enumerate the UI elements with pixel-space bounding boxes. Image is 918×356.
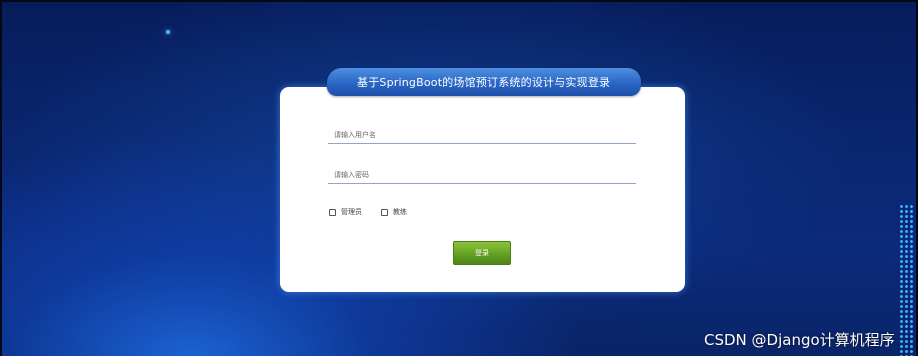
admin-checkbox[interactable]: [329, 208, 336, 216]
password-field-wrapper: [328, 162, 636, 186]
title-banner: 基于SpringBoot的场馆预订系统的设计与实现登录: [326, 68, 642, 96]
decorative-star: [166, 30, 170, 34]
role-option-coach[interactable]: 教练: [381, 206, 407, 218]
coach-checkbox[interactable]: [381, 208, 388, 216]
login-button[interactable]: 登录: [453, 241, 511, 265]
username-input[interactable]: [328, 124, 636, 146]
decorative-dot-pattern: [899, 204, 913, 356]
admin-label: 管理员: [341, 208, 362, 216]
csdn-watermark: CSDN @Django计算机程序: [704, 331, 895, 349]
role-option-admin[interactable]: 管理员: [329, 206, 362, 218]
page-title: 基于SpringBoot的场馆预订系统的设计与实现登录: [357, 76, 611, 89]
coach-label: 教练: [393, 208, 407, 216]
screen-border-top: [0, 0, 918, 2]
password-input[interactable]: [328, 164, 636, 186]
username-field-wrapper: [328, 122, 636, 146]
screen-border-left: [0, 0, 2, 356]
